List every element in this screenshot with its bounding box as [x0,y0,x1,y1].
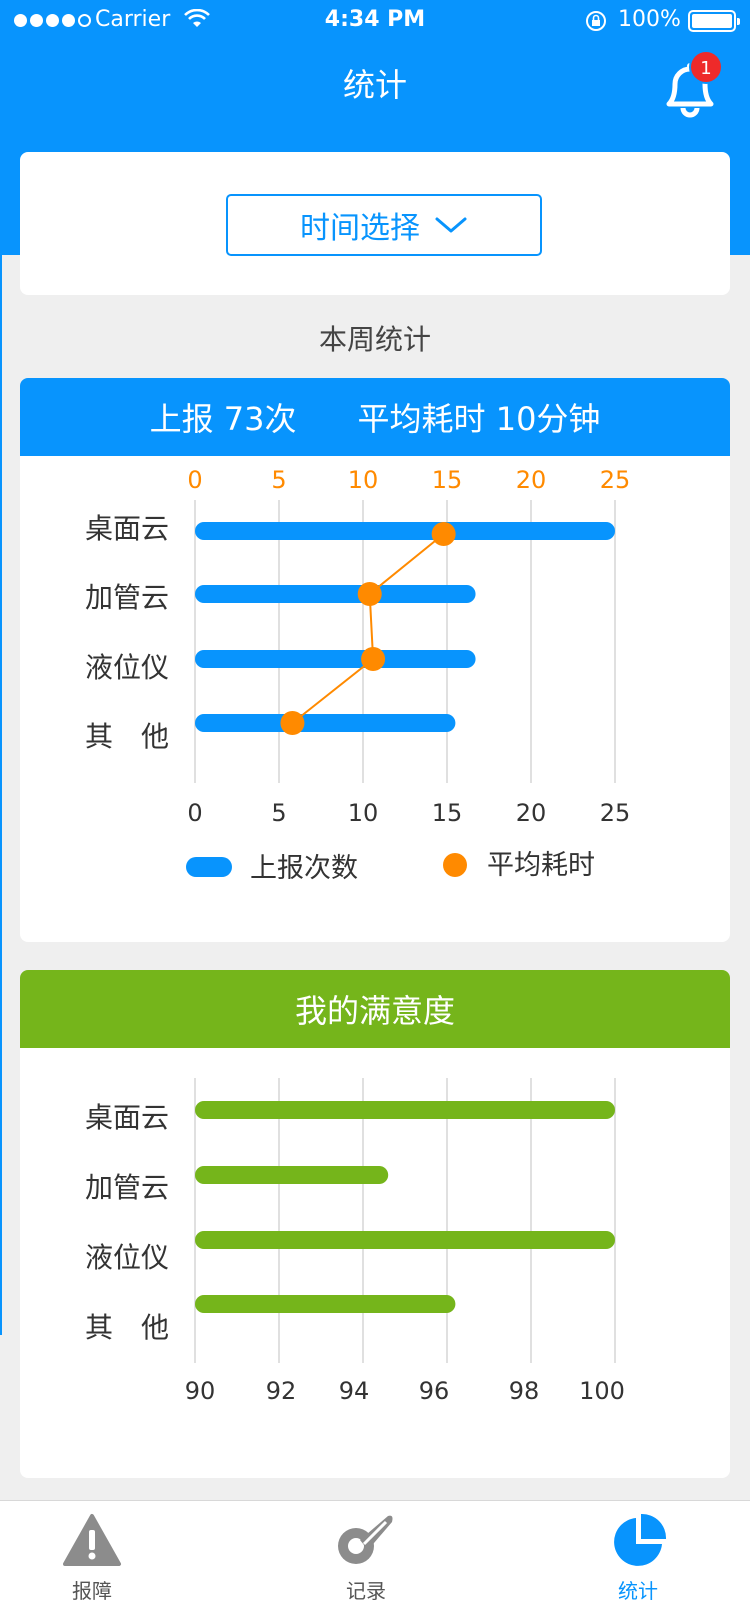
satisfaction-chart-card: 我的满意度 90 92 94 96 98 100 桌面云加管云液位仪其 他 [20,970,730,1478]
notification-badge: 1 [689,50,723,84]
avg-time-line [291,533,445,724]
status-bar: Carrier 4:34 PM 100% [0,0,750,40]
category-label: 其 他 [85,720,169,753]
category-label: 加管云 [85,1171,169,1204]
category-label: 桌面云 [85,512,169,545]
pie-chart-icon [614,1513,667,1566]
x-tick-label: 0 [187,799,202,827]
report-count-chart: 0 5 10 15 20 25 0 5 10 15 20 25 桌面云加管云液位仪其 他上报次数 平均耗时 [85,466,631,884]
top-tick-label: 10 [348,466,379,494]
warning-icon [63,1514,121,1566]
legend-label: 平均耗时 [487,850,595,881]
battery-icon [688,10,740,32]
x-tick-label: 100 [579,1377,625,1405]
top-tick-label: 0 [187,466,202,494]
category-label: 液位仪 [85,651,169,684]
top-tick-label: 20 [516,466,547,494]
tab-statistics[interactable]: 统计 [578,1509,698,1604]
x-tick-label: 15 [432,799,463,827]
category-label: 桌面云 [85,1101,169,1134]
x-tick-label: 94 [339,1377,370,1405]
page-title: 统计 [342,66,407,104]
tab-records-label: 记录 [346,1579,386,1603]
x-tick-label: 96 [419,1377,450,1405]
avg-time-point [357,582,382,606]
x-tick-label: 10 [348,799,379,827]
x-tick-label: 92 [266,1377,297,1405]
category-label: 液位仪 [85,1241,169,1274]
battery-percent: 100% [618,7,681,32]
tab-report[interactable]: 报障 [32,1509,152,1604]
category-label: 加管云 [85,581,169,614]
top-tick-label: 5 [271,466,286,494]
top-tick-label: 25 [600,466,631,494]
top-tick-label: 15 [432,466,463,494]
tab-records[interactable]: 记录 [306,1509,426,1604]
tab-report-label: 报障 [72,1579,112,1603]
tab-statistics-label: 统计 [618,1579,658,1603]
avg-time-point [361,647,386,671]
time-filter-card: 时间选择 [20,152,730,295]
rotation-lock-icon [584,9,608,39]
legend-dot-swatch [443,853,467,877]
x-tick-label: 90 [185,1377,216,1405]
left-edge-accent [0,255,2,1335]
x-tick-label: 25 [600,799,631,827]
record-icon [338,1515,393,1564]
tab-bar: 报障 记录 统计 [0,1500,750,1609]
legend-label: 上报次数 [250,853,358,884]
x-tick-label: 20 [516,799,547,827]
satisfaction-banner: 我的满意度 [20,970,730,1048]
weekly-stats-chart-card: 上报 73次 平均耗时 10分钟 0 5 10 15 20 25 0 5 10 15 20 25 桌面云… [20,378,730,942]
x-tick-label: 98 [509,1377,540,1405]
time-select-label: 时间选择 [300,211,420,246]
week-stats-title: 本周统计 [318,323,431,356]
satisfaction-title: 我的满意度 [294,992,455,1030]
category-label: 其 他 [85,1311,169,1344]
avg-time-point [280,711,305,735]
x-tick-label: 5 [271,799,286,827]
avg-time-point [431,522,456,546]
time-select-dropdown[interactable]: 时间选择 [226,194,542,256]
chevron-down-icon [435,217,467,233]
